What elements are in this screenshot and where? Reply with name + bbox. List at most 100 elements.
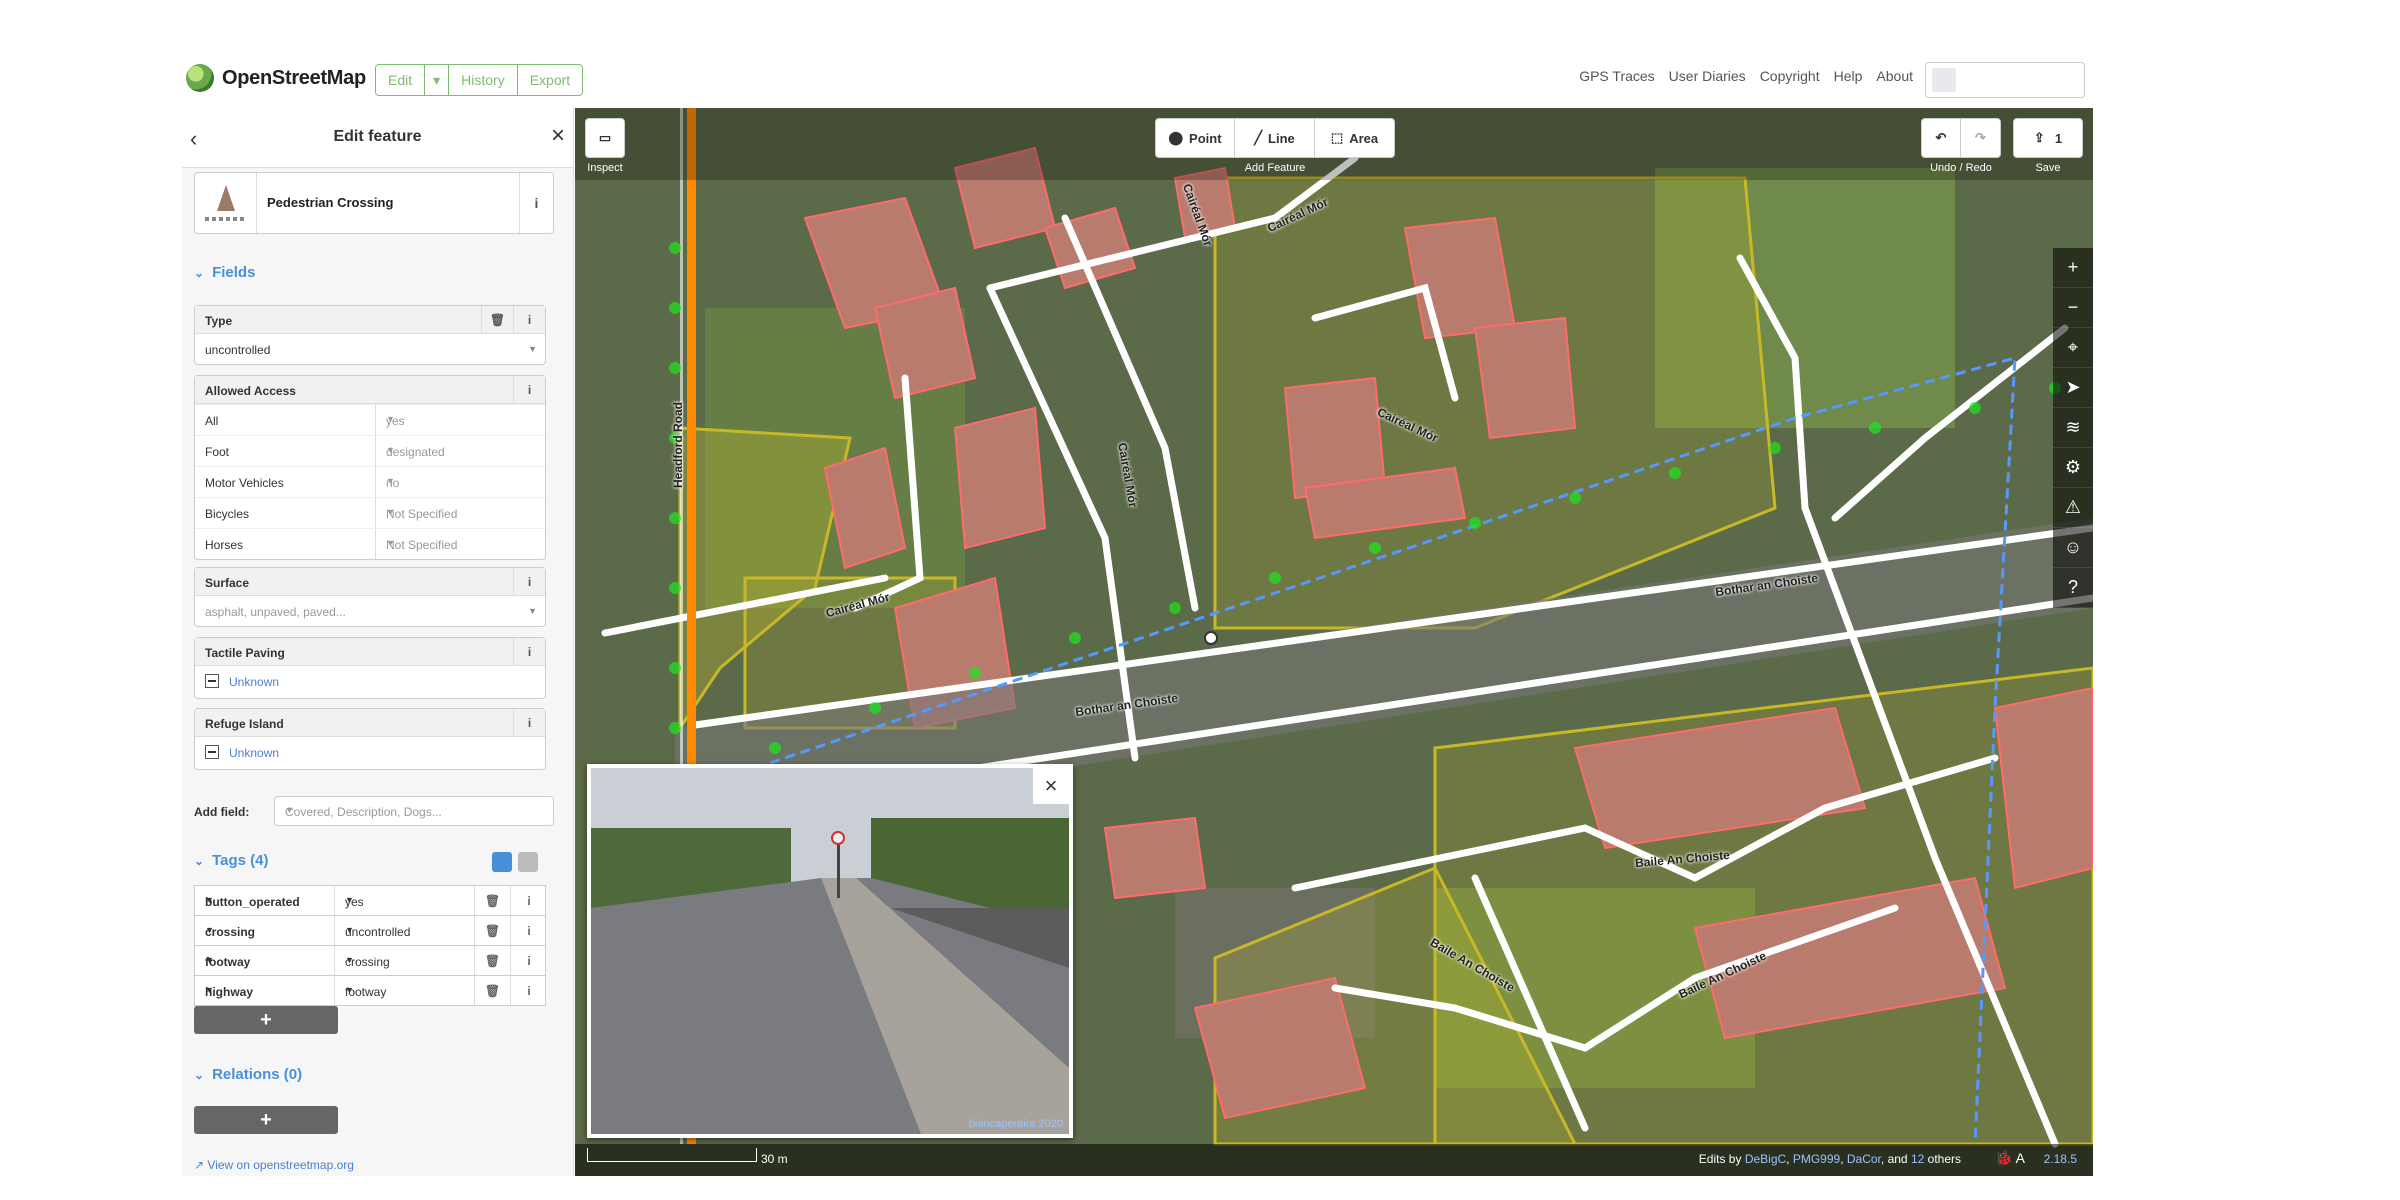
photo-viewer[interactable]: × biancapereira 2020 [587,764,1073,1138]
surface-field-buttons: i [513,568,545,596]
zoom-in-icon[interactable]: + [2053,248,2093,288]
tags-section-toggle[interactable]: ⌄ Tags (4) [194,852,268,869]
type-value: uncontrolled [205,343,271,357]
preset-info-icon[interactable]: i [519,173,553,233]
user-menu[interactable] [1925,62,2085,98]
add-relation-button[interactable]: + [194,1106,338,1134]
view-on-osm-link[interactable]: ↗ View on openstreetmap.org [194,1158,354,1172]
info-icon[interactable]: i [511,946,547,975]
refuge-island-field: Refuge Island i Unknown [194,708,546,770]
nav-gps-traces[interactable]: GPS Traces [1579,68,1654,84]
export-button[interactable]: Export [517,64,584,96]
close-icon[interactable]: × [551,122,565,150]
info-icon[interactable]: i [511,916,547,945]
type-field-buttons: 🗑 i [481,306,545,334]
preset-selector[interactable]: Pedestrian Crossing i [194,172,554,234]
tag-key-input[interactable]: footway ▼ [195,946,335,975]
preferences-icon[interactable]: ☺ [2053,528,2093,568]
edit-dropdown-button[interactable]: ▾ [425,64,450,96]
tactile-paving-field: Tactile Paving i Unknown [194,637,546,699]
accessibility-icon[interactable]: A [2016,1150,2025,1166]
photo-credit[interactable]: biancapereira 2020 [969,1118,1063,1130]
version-link[interactable]: 2.18.5 [2044,1152,2077,1166]
surface-placeholder: asphalt, unpaved, paved... [205,605,346,619]
info-icon[interactable]: i [513,638,545,666]
info-icon[interactable]: i [511,976,547,1005]
info-icon[interactable]: i [513,306,545,334]
add-area-button[interactable]: ⬚ Area [1315,118,1395,158]
zoom-out-icon[interactable]: − [2053,288,2093,328]
save-count: 1 [2054,130,2063,146]
checkbox-indeterminate-icon [205,674,219,688]
surface-combo[interactable]: asphalt, unpaved, paved... ▼ [195,596,545,626]
scale-bar[interactable] [587,1148,757,1162]
chevron-down-icon: ▼ [205,895,214,905]
bug-icon[interactable]: 🐞 [1995,1150,2012,1166]
chevron-down-icon: ⌄ [194,1067,205,1082]
save-button[interactable]: ⇪ 1 [2013,118,2083,158]
access-value-combo[interactable]: yes ▼ [375,405,545,435]
tactile-checkbox[interactable]: Unknown [195,666,545,698]
relations-heading: Relations (0) [212,1066,303,1083]
trash-icon[interactable]: 🗑 [475,946,511,975]
nav-help[interactable]: Help [1834,68,1863,84]
add-tag-button[interactable]: + [194,1006,338,1034]
map-data-icon[interactable]: ⚙ [2053,448,2093,488]
geolocate-icon[interactable]: ➤ [2053,368,2093,408]
relations-section-toggle[interactable]: ⌄ Relations (0) [194,1066,302,1083]
access-value-combo[interactable]: no ▼ [375,467,545,497]
area-label: Area [1349,130,1379,146]
brand[interactable]: OpenStreetMap [186,64,366,92]
osm-logo-icon [186,64,214,92]
text-view-icon[interactable] [518,852,538,872]
tag-value-input[interactable]: footway ▼ [335,976,475,1005]
inspect-button[interactable]: ▭ [585,118,625,158]
trash-icon[interactable]: 🗑 [481,306,513,334]
tag-key-input[interactable]: highway ▼ [195,976,335,1005]
zoom-to-selection-icon[interactable]: ⌖ [2053,328,2093,368]
add-line-button[interactable]: ╱ Line [1235,118,1315,158]
map-canvas[interactable]: Headford Road Cairéal Mór Cairéal Mór Ca… [575,108,2093,1176]
info-icon[interactable]: i [513,709,545,737]
edit-button[interactable]: Edit [375,64,426,96]
nav-about[interactable]: About [1876,68,1913,84]
access-value-combo[interactable]: Not Specified ▼ [375,498,545,528]
fields-section-toggle[interactable]: ⌄ Fields [194,264,255,281]
undo-button[interactable]: ↶ [1921,118,1961,158]
issues-warning-icon[interactable]: ⚠ [2053,488,2093,528]
others-count-link[interactable]: 12 [1911,1152,1924,1166]
info-icon[interactable]: i [513,376,545,404]
type-combo[interactable]: uncontrolled ▼ [195,334,545,364]
refuge-field-label: Refuge Island i [195,709,545,737]
trash-icon[interactable]: 🗑 [475,976,511,1005]
list-view-icon[interactable] [492,852,512,872]
history-button[interactable]: History [449,64,518,96]
inspect-caption: Inspect [587,162,623,174]
tag-value-input[interactable]: yes ▼ [335,886,475,915]
editor-link[interactable]: PMG999 [1793,1152,1840,1166]
info-icon[interactable]: i [513,568,545,596]
info-icon[interactable]: i [511,886,547,915]
refuge-checkbox[interactable]: Unknown [195,737,545,769]
nav-user-diaries[interactable]: User Diaries [1669,68,1746,84]
tag-value-input[interactable]: crossing ▼ [335,946,475,975]
layers-icon[interactable]: ≋ [2053,408,2093,448]
tag-key-input[interactable]: button_operated ▼ [195,886,335,915]
access-field-buttons: i [513,376,545,404]
editor-link[interactable]: DaCor [1847,1152,1881,1166]
accessibility-badges: 🐞 A [1995,1150,2025,1167]
add-field-input[interactable]: Covered, Description, Dogs... ▼ [274,796,554,826]
trash-icon[interactable]: 🗑 [475,886,511,915]
editor-link[interactable]: DeBigC [1745,1152,1786,1166]
redo-button[interactable]: ↷ [1961,118,2001,158]
map-footer: 30 m Edits by DeBigC, PMG999, DaCor, and… [575,1144,2093,1176]
access-value-combo[interactable]: designated ▼ [375,436,545,466]
add-point-button[interactable]: ⬤ Point [1155,118,1235,158]
close-icon[interactable]: × [1033,768,1069,804]
help-icon[interactable]: ? [2053,568,2093,608]
nav-copyright[interactable]: Copyright [1760,68,1820,84]
tag-value-input[interactable]: uncontrolled ▼ [335,916,475,945]
tag-key-input[interactable]: crossing ▼ [195,916,335,945]
trash-icon[interactable]: 🗑 [475,916,511,945]
access-value-combo[interactable]: Not Specified ▼ [375,529,545,559]
